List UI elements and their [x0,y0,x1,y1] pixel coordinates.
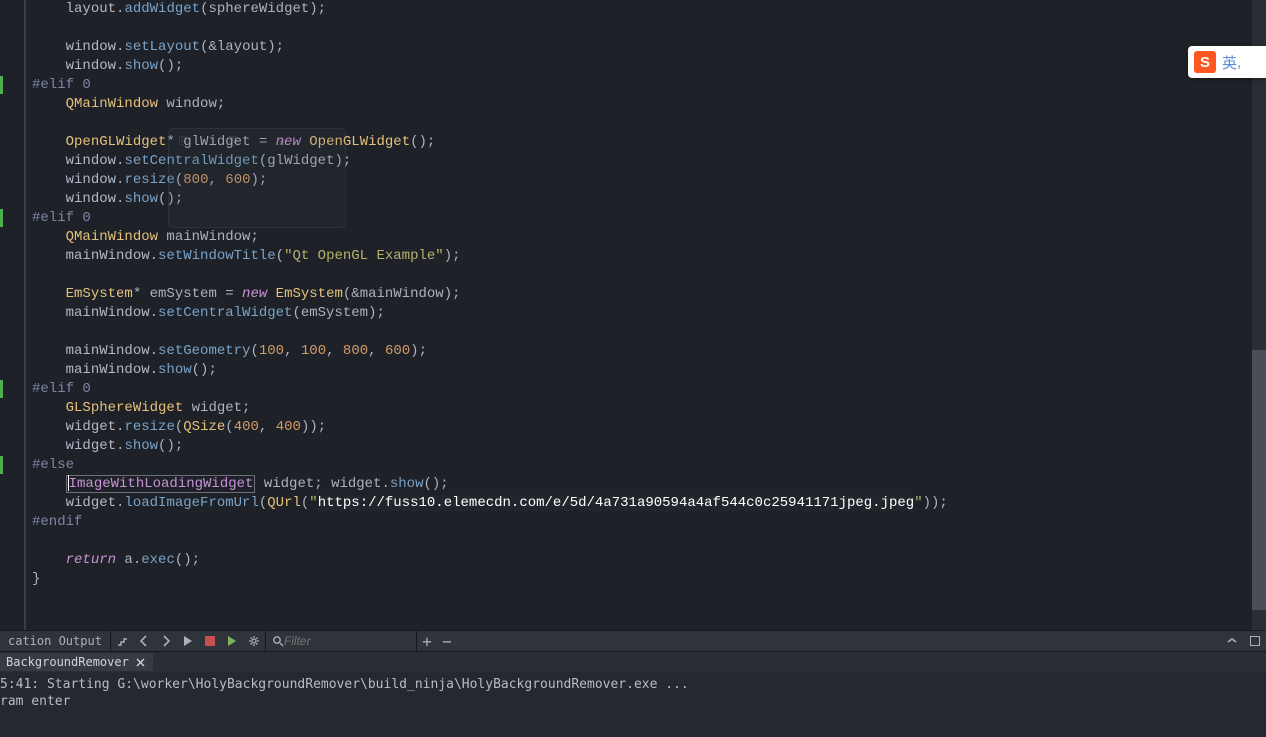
output-console[interactable]: 5:41: Starting G:\worker\HolyBackgroundR… [0,672,1266,737]
popup-icon: ⎘ [229,135,239,221]
code-line[interactable] [32,19,1246,38]
zoom-out-icon[interactable]: − [437,632,457,651]
output-panel-header: cation Output + − [0,630,1266,652]
run-icon[interactable] [177,630,199,652]
output-tabs: BackgroundRemover [0,652,1266,672]
ime-logo-icon: S [1194,51,1216,73]
filter-box[interactable] [266,634,416,648]
code-line[interactable]: EmSystem* emSystem = new EmSystem(&mainW… [32,285,1246,304]
settings-icon[interactable] [243,630,265,652]
stop-icon[interactable] [199,630,221,652]
code-line[interactable]: } [32,570,1246,589]
suggestion-popup: ⎘ ⎘ ✕ [168,128,346,228]
collapse-icon[interactable] [1220,634,1244,648]
run-debug-icon[interactable] [221,630,243,652]
code-line[interactable]: mainWindow.show(); [32,361,1246,380]
output-line: ram enter [0,693,1266,710]
gutter-change-mark [0,209,3,227]
code-line[interactable]: #elif 0 [32,76,1246,95]
zoom-in-icon[interactable]: + [417,632,437,651]
close-icon[interactable] [135,656,147,668]
output-line: 5:41: Starting G:\worker\HolyBackgroundR… [0,676,1266,693]
code-line[interactable]: mainWindow.setWindowTitle("Qt OpenGL Exa… [32,247,1246,266]
search-icon [272,635,284,647]
code-line[interactable]: return a.exec(); [32,551,1246,570]
stairs-icon[interactable] [111,630,133,652]
code-editor[interactable]: layout.addWidget(sphereWidget); window.s… [26,0,1252,630]
code-line[interactable]: mainWindow.setGeometry(100, 100, 800, 60… [32,342,1246,361]
code-line[interactable]: mainWindow.setCentralWidget(emSystem); [32,304,1246,323]
code-line[interactable]: #endif [32,513,1246,532]
output-tab[interactable]: BackgroundRemover [0,653,153,671]
code-line[interactable]: window.setLayout(&layout); [32,38,1246,57]
code-line[interactable]: QMainWindow mainWindow; [32,228,1246,247]
code-line[interactable]: #elif 0 [32,380,1246,399]
editor-area: layout.addWidget(sphereWidget); window.s… [0,0,1266,630]
gutter-change-mark [0,380,3,398]
editor-gutter [0,0,26,630]
selected-identifier[interactable]: ImageWithLoadingWidget [66,475,256,493]
gutter-change-mark [0,76,3,94]
code-line[interactable] [32,532,1246,551]
maximize-icon[interactable] [1250,636,1260,646]
ime-language-label[interactable]: 英 [1222,52,1237,73]
filter-input[interactable] [284,634,404,648]
code-line[interactable]: GLSphereWidget widget; [32,399,1246,418]
popup-close-icon: ✕ [278,135,285,221]
popup-icon: ⎘ [179,135,189,221]
scrollbar-thumb[interactable] [1252,350,1266,610]
code-line[interactable]: widget.resize(QSize(400, 400)); [32,418,1246,437]
code-line[interactable]: window.show(); [32,57,1246,76]
ime-trail: , [1237,54,1241,71]
code-line[interactable]: #else [32,456,1246,475]
output-tab-label: BackgroundRemover [6,655,129,669]
code-line[interactable]: widget.show(); [32,437,1246,456]
code-line[interactable]: layout.addWidget(sphereWidget); [32,0,1246,19]
code-line[interactable]: widget.loadImageFromUrl(QUrl("https://fu… [32,494,1246,513]
editor-scrollbar[interactable] [1252,0,1266,630]
output-panel-title: cation Output [0,634,110,648]
code-line[interactable]: QMainWindow window; [32,95,1246,114]
code-line[interactable]: ImageWithLoadingWidget widget; widget.sh… [32,475,1246,494]
ime-toolbar[interactable]: S 英 , [1188,46,1266,78]
code-line[interactable] [32,266,1246,285]
nav-forward-icon[interactable] [155,630,177,652]
nav-back-icon[interactable] [133,630,155,652]
code-line[interactable] [32,323,1246,342]
gutter-change-mark [0,456,3,474]
